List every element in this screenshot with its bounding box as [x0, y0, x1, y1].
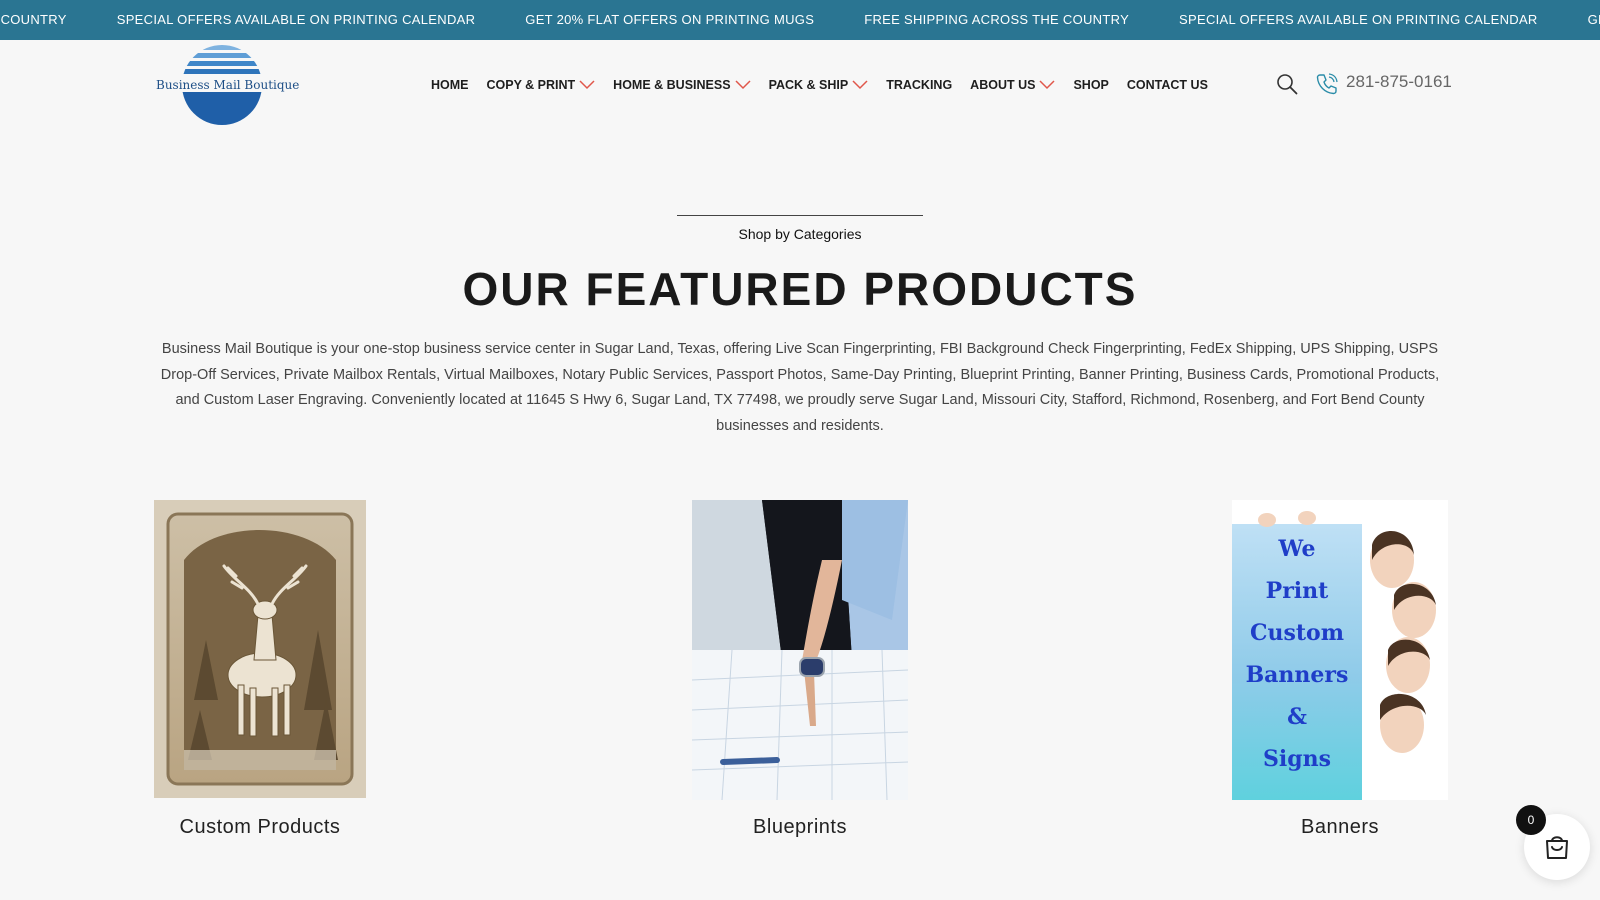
phone-number-link[interactable]: 281-875-0161	[1346, 72, 1452, 92]
nav-contact-us[interactable]: CONTACT US	[1127, 78, 1208, 92]
product-card-blueprints[interactable]: Blueprints	[692, 500, 908, 838]
nav-label: ABOUT US	[970, 78, 1036, 92]
nav-label: COPY & PRINT	[486, 78, 576, 92]
product-card-banners[interactable]: We Print Custom Banners & Signs Banners	[1232, 500, 1448, 838]
nav-shop[interactable]: SHOP	[1073, 78, 1108, 92]
banner-text-line: We	[1278, 536, 1316, 562]
chevron-down-icon	[735, 80, 751, 90]
phone-icon	[1316, 73, 1338, 95]
chevron-down-icon	[579, 80, 595, 90]
product-image-banner[interactable]: We Print Custom Banners & Signs	[1232, 500, 1448, 800]
ticker-item: HE COUNTRY	[0, 12, 67, 27]
cart-count-badge: 0	[1516, 805, 1546, 835]
section-eyebrow: Shop by Categories	[738, 226, 862, 242]
nav-home-business[interactable]: HOME & BUSINESS	[613, 78, 751, 92]
nav-copy-print[interactable]: COPY & PRINT	[487, 78, 596, 92]
shopping-bag-icon	[1546, 836, 1568, 859]
ticker-track: HE COUNTRY SPECIAL OFFERS AVAILABLE ON P…	[0, 0, 1600, 40]
nav-label: HOME & BUSINESS	[613, 78, 731, 92]
product-name[interactable]: Banners	[1232, 816, 1448, 839]
chevron-down-icon	[852, 80, 868, 90]
ticker-item: SPECIAL OFFERS AVAILABLE ON PRINTING CAL…	[1179, 12, 1538, 27]
ticker-item: FREE SHIPPING ACROSS THE COUNTRY	[864, 12, 1130, 27]
nav-label: HOME	[431, 78, 469, 92]
product-image-blueprint[interactable]	[692, 500, 908, 800]
nav-home[interactable]: HOME	[431, 78, 469, 92]
search-icon[interactable]	[1276, 73, 1298, 95]
nav-about-us[interactable]: ABOUT US	[970, 78, 1055, 92]
logo-text: Business Mail Boutique	[154, 78, 302, 92]
nav-label: SHOP	[1073, 78, 1109, 92]
product-image-engraved-deer[interactable]	[154, 500, 366, 798]
nav-tracking[interactable]: TRACKING	[886, 78, 952, 92]
site-header: Business Mail Boutique HOME COPY & PRINT…	[0, 40, 1600, 130]
banner-text-line: Banners	[1246, 662, 1349, 688]
section-title: OUR FEATURED PRODUCTS	[462, 263, 1138, 315]
ticker-item: GET 20% FLAT OFFERS ON PR	[1587, 12, 1600, 27]
ticker-item: SPECIAL OFFERS AVAILABLE ON PRINTING CAL…	[116, 12, 476, 27]
section-intro: Business Mail Boutique is your one-stop …	[160, 341, 1440, 434]
ticker-item: GET 20% FLAT OFFERS ON PRINTING MUGS	[525, 12, 815, 27]
chevron-down-icon	[1039, 80, 1055, 90]
banner-text-line: Signs	[1263, 746, 1331, 772]
nav-label: PACK & SHIP	[768, 78, 849, 92]
nav-label: CONTACT US	[1126, 78, 1208, 92]
banner-text-line: &	[1287, 704, 1307, 730]
product-name[interactable]: Custom Products	[154, 816, 366, 839]
main-nav: HOME COPY & PRINT HOME & BUSINESS PACK &…	[431, 40, 1226, 130]
banner-text-line: Custom	[1250, 620, 1344, 646]
nav-label: TRACKING	[886, 78, 953, 92]
product-card-custom-products[interactable]: Custom Products	[154, 500, 366, 838]
banner-text-line: Print	[1266, 578, 1329, 604]
product-name[interactable]: Blueprints	[692, 816, 908, 839]
promo-ticker: HE COUNTRY SPECIAL OFFERS AVAILABLE ON P…	[0, 0, 1600, 40]
nav-pack-ship[interactable]: PACK & SHIP	[769, 78, 869, 92]
heading-divider	[677, 215, 923, 216]
